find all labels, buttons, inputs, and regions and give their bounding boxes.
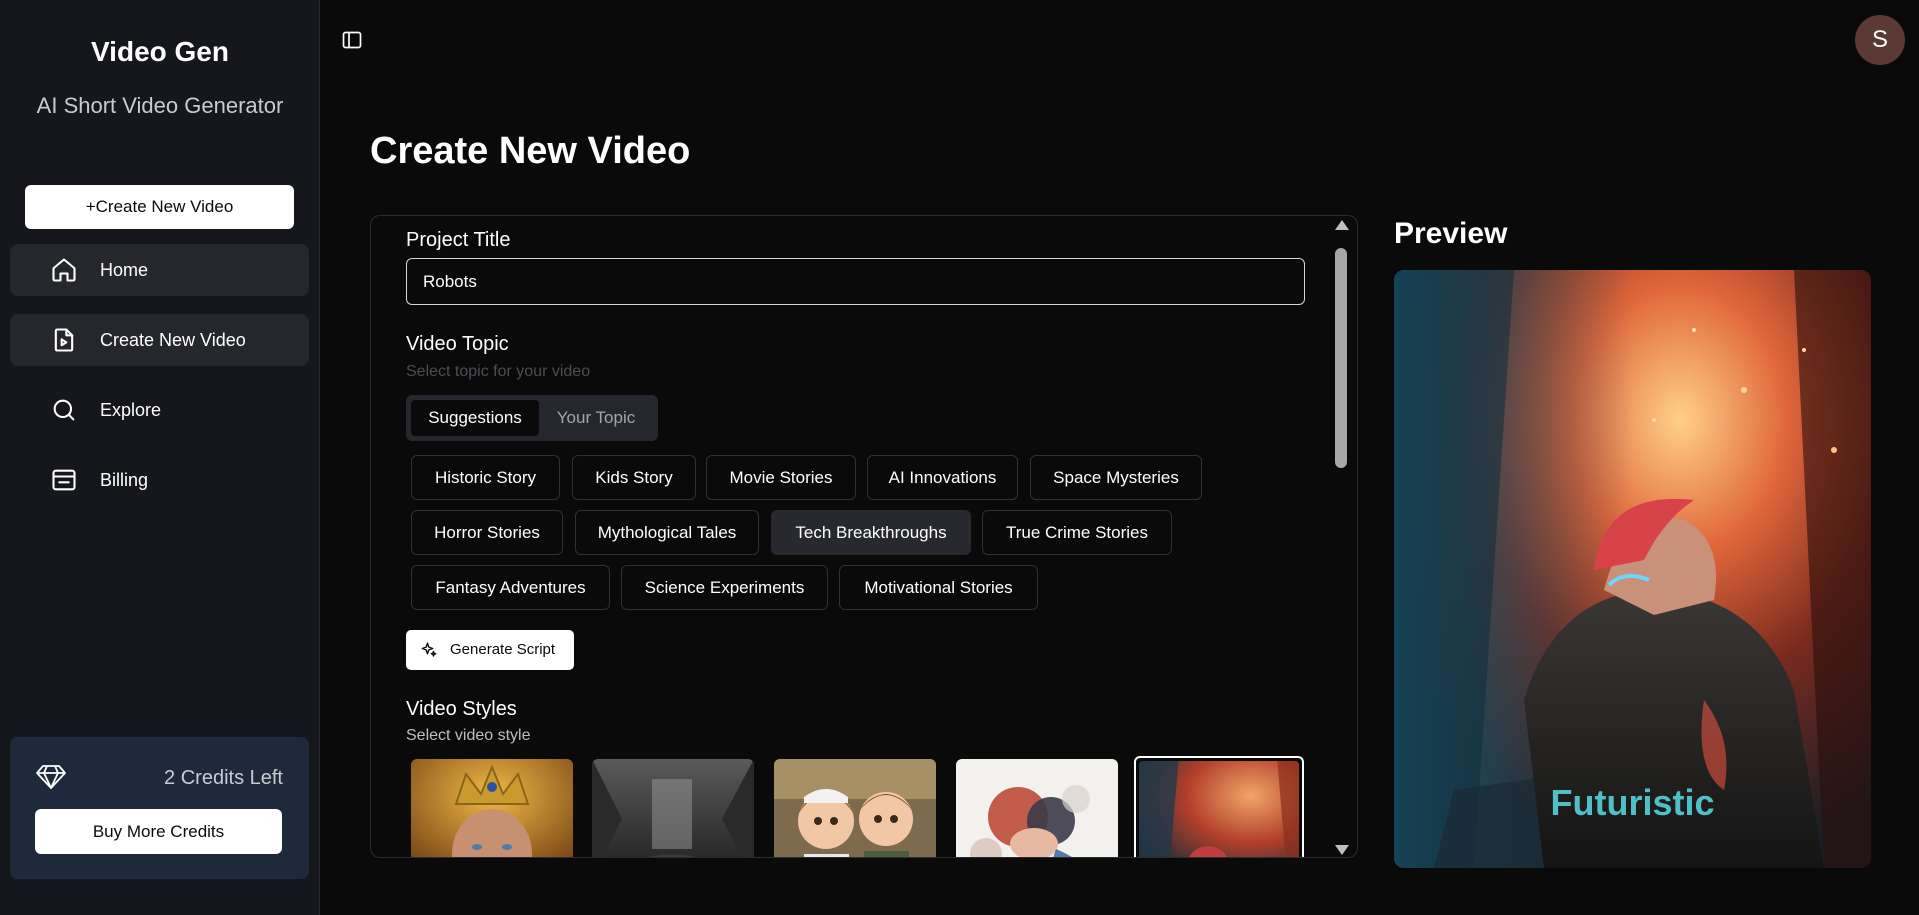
page-title: Create New Video	[370, 130, 691, 172]
form-scrollbar[interactable]	[1333, 216, 1349, 857]
video-styles-hint: Select video style	[406, 727, 531, 744]
sidebar-toggle-icon[interactable]	[342, 30, 362, 50]
style-image	[956, 759, 1118, 857]
sidebar-item-label: Create New Video	[100, 329, 246, 350]
style-thumbnail-watercolor[interactable]	[956, 759, 1118, 857]
video-styles-label: Video Styles	[406, 698, 517, 720]
preview-caption: Futuristic	[1550, 782, 1715, 823]
style-image	[592, 759, 754, 857]
sidebar-item-billing[interactable]: Billing	[10, 454, 309, 506]
sidebar-item-label: Home	[100, 259, 149, 280]
wallet-icon	[52, 469, 76, 491]
video-topic-hint: Select topic for your video	[406, 363, 591, 380]
preview-frame: Futuristic	[1394, 270, 1871, 868]
topic-chip-true-crime-stories[interactable]: True Crime Stories	[982, 510, 1172, 555]
app-root: Video Gen AI Short Video Generator +Crea…	[0, 0, 1919, 915]
topic-chip-tech-breakthroughs[interactable]: Tech Breakthroughs	[771, 510, 971, 555]
generate-script-button[interactable]: Generate Script	[406, 630, 574, 670]
style-thumbnail-cartoon[interactable]	[774, 759, 936, 857]
topic-chip-movie-stories[interactable]: Movie Stories	[706, 455, 856, 500]
credits-card: 2 Credits Left Buy More Credits	[10, 737, 309, 879]
file-video-icon	[54, 328, 74, 352]
create-new-video-button[interactable]: +Create New Video	[25, 185, 294, 229]
credits-count: 2 Credits Left	[164, 767, 283, 789]
style-thumbnail-futuristic[interactable]	[1134, 756, 1304, 857]
brand-title: Video Gen	[91, 36, 229, 67]
home-icon	[52, 258, 76, 282]
style-image	[1139, 761, 1299, 857]
scroll-down-arrow-icon[interactable]	[1335, 845, 1349, 855]
topic-chip-kids-story[interactable]: Kids Story	[572, 455, 696, 500]
scroll-up-arrow-icon[interactable]	[1335, 220, 1349, 230]
sidebar-item-create-new-video[interactable]: Create New Video	[10, 314, 309, 366]
sidebar-item-explore[interactable]: Explore	[10, 384, 309, 436]
sidebar-item-label: Billing	[100, 469, 149, 490]
style-thumbnail-realistic[interactable]	[411, 759, 573, 857]
style-thumbnail-cinematic[interactable]	[592, 759, 754, 857]
topic-chip-space-mysteries[interactable]: Space Mysteries	[1030, 455, 1202, 500]
topic-chip-science-experiments[interactable]: Science Experiments	[621, 565, 828, 610]
tab-your-topic[interactable]: Your Topic	[539, 400, 653, 436]
create-video-form: Project Title Video Topic Select topic f…	[370, 215, 1358, 858]
sparkles-icon	[421, 642, 437, 657]
scroll-thumb[interactable]	[1335, 248, 1347, 468]
search-icon	[53, 399, 75, 421]
project-title-label: Project Title	[406, 229, 511, 251]
topic-tabs: Suggestions Your Topic	[406, 395, 658, 441]
avatar[interactable]: S	[1855, 15, 1905, 65]
sidebar: Video Gen AI Short Video Generator +Crea…	[0, 0, 320, 915]
gem-icon	[36, 765, 66, 789]
preview-image	[1394, 270, 1871, 868]
sidebar-item-label: Explore	[100, 399, 162, 420]
tab-suggestions[interactable]: Suggestions	[411, 400, 539, 436]
project-title-input[interactable]	[406, 258, 1305, 305]
topic-chip-ai-innovations[interactable]: AI Innovations	[867, 455, 1018, 500]
topic-chip-mythological-tales[interactable]: Mythological Tales	[575, 510, 759, 555]
topic-chip-motivational-stories[interactable]: Motivational Stories	[839, 565, 1038, 610]
preview-title: Preview	[1394, 217, 1508, 250]
buy-more-credits-button[interactable]: Buy More Credits	[35, 809, 282, 854]
style-image	[774, 759, 936, 857]
generate-script-label: Generate Script	[450, 641, 556, 658]
video-topic-label: Video Topic	[406, 333, 509, 355]
style-image	[411, 759, 573, 857]
sidebar-item-home[interactable]: Home	[10, 244, 309, 296]
topic-chip-fantasy-adventures[interactable]: Fantasy Adventures	[411, 565, 610, 610]
brand-subtitle: AI Short Video Generator	[36, 93, 284, 118]
topic-chip-historic-story[interactable]: Historic Story	[411, 455, 560, 500]
topic-chip-horror-stories[interactable]: Horror Stories	[411, 510, 563, 555]
